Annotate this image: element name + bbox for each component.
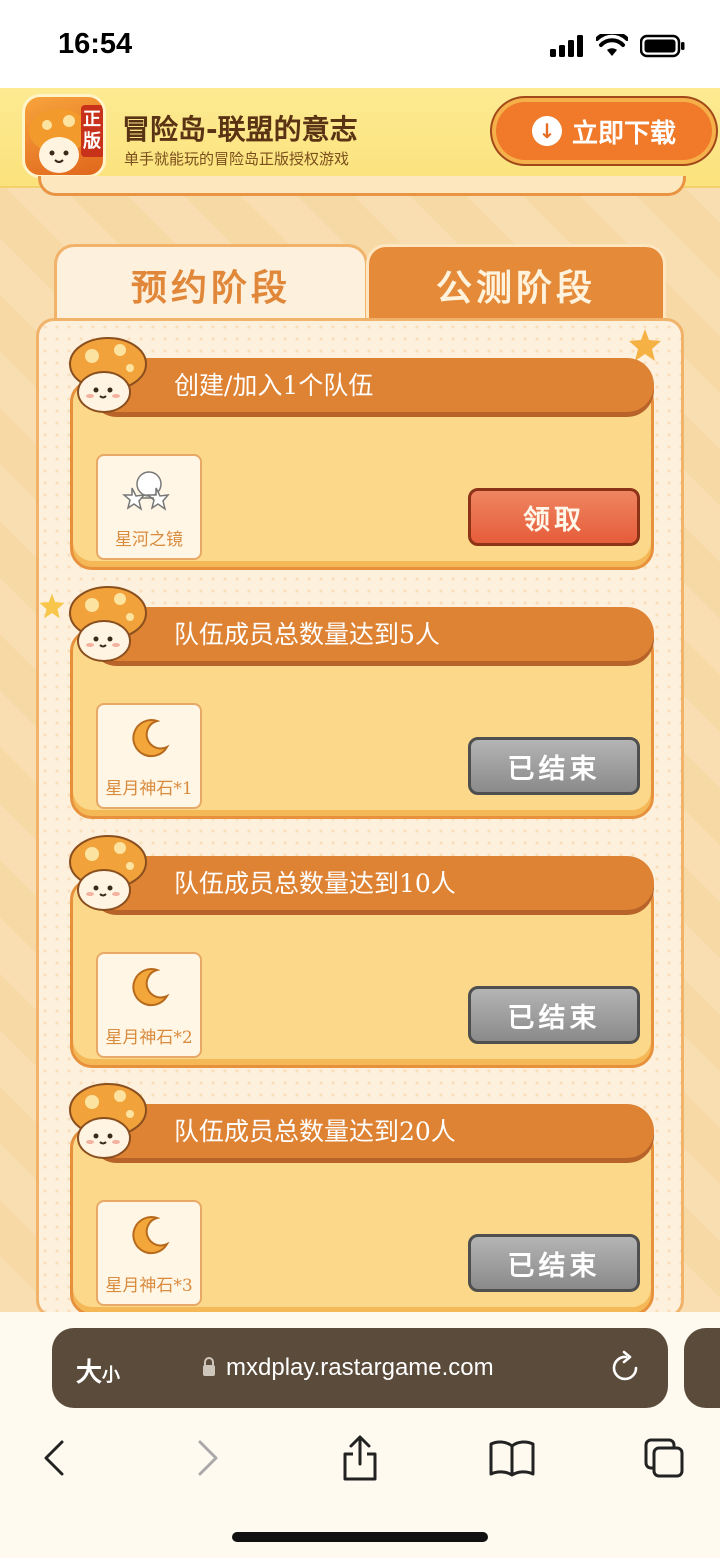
next-tab-preview[interactable] [684, 1328, 720, 1408]
task-header: 创建/加入1个队伍 [90, 358, 654, 412]
lock-icon [203, 1357, 215, 1376]
app-subtitle: 单手就能玩的冒险岛正版授权游戏 [124, 150, 350, 168]
task-card: 队伍成员总数量达到20人 星月神石*3 已结束 [69, 1083, 654, 1316]
browser-nav-row [0, 1428, 720, 1488]
reward-label: 星河之镜 [115, 530, 183, 550]
app-title: 冒险岛-联盟的意志 [122, 113, 358, 146]
task-title: 队伍成员总数量达到10人 [174, 869, 456, 898]
mushroom-mascot-icon [69, 586, 147, 662]
bookmarks-button[interactable] [482, 1428, 542, 1488]
forward-button[interactable] [178, 1428, 238, 1488]
reward-label: 星月神石*2 [105, 1028, 193, 1048]
reward-label: 星月神石*3 [105, 1276, 193, 1296]
tabs-icon [644, 1438, 684, 1478]
ended-button[interactable]: 已结束 [468, 1234, 640, 1292]
url-text: mxdplay.rastargame.com [226, 1354, 494, 1381]
home-indicator [232, 1532, 488, 1542]
app-download-banner[interactable]: 正版 冒险岛-联盟的意志 单手就能玩的冒险岛正版授权游戏 ↓ 立即下载 [0, 88, 720, 188]
tab-reservation-stage[interactable]: 预约阶段 [54, 244, 368, 322]
back-button[interactable] [24, 1428, 84, 1488]
status-icons [550, 34, 686, 58]
ended-button[interactable]: 已结束 [468, 986, 640, 1044]
reward-item: 星月神石*2 [96, 952, 202, 1058]
reward-item: 星月神石*3 [96, 1200, 202, 1306]
tab-public-test-stage[interactable]: 公测阶段 [366, 244, 666, 322]
mushroom-mascot-icon [69, 1083, 147, 1159]
address-bar[interactable]: 大小 mxdplay.rastargame.com [52, 1328, 668, 1408]
task-card: 队伍成员总数量达到5人 星月神石*1 已结束 [69, 586, 654, 819]
task-card: 队伍成员总数量达到10人 星月神石*2 已结束 [69, 835, 654, 1068]
mushroom-mascot-icon [69, 337, 147, 413]
book-icon [489, 1440, 535, 1477]
cellular-signal-icon [550, 35, 583, 57]
task-title: 队伍成员总数量达到20人 [174, 1117, 456, 1146]
mushroom-mascot-icon [69, 835, 147, 911]
task-card: 创建/加入1个队伍 星河之镜 领取 [69, 337, 654, 570]
battery-icon [640, 34, 685, 58]
download-icon: ↓ [531, 116, 562, 146]
share-button[interactable] [330, 1428, 390, 1488]
download-button-label: 立即下载 [571, 118, 676, 149]
status-bar: 16:54 [0, 0, 720, 88]
crescent-moon-icon [132, 968, 170, 1007]
reward-item: 星月神石*1 [96, 703, 202, 809]
reward-label: 星月神石*1 [105, 779, 193, 799]
browser-toolbar: 大小 mxdplay.rastargame.com [0, 1312, 720, 1558]
download-button[interactable]: ↓ 立即下载 [496, 102, 712, 160]
chevron-left-icon [44, 1440, 64, 1476]
reload-icon[interactable] [610, 1350, 642, 1384]
star-decoration-icon [39, 593, 65, 619]
task-title: 创建/加入1个队伍 [174, 371, 374, 400]
app-logo: 正版 [22, 94, 106, 178]
task-header: 队伍成员总数量达到20人 [90, 1104, 654, 1158]
reward-item: 星河之镜 [96, 454, 202, 560]
tabs-button[interactable] [634, 1428, 694, 1488]
crescent-moon-icon [132, 719, 170, 758]
crescent-moon-icon [132, 1216, 170, 1255]
task-header: 队伍成员总数量达到10人 [90, 856, 654, 910]
chevron-right-icon [198, 1440, 218, 1476]
ended-button[interactable]: 已结束 [468, 737, 640, 795]
logo-badge-text: 正版 [83, 109, 101, 152]
task-title: 队伍成员总数量达到5人 [174, 620, 440, 649]
star-glasses-icon [122, 471, 170, 511]
previous-card-edge [38, 176, 686, 196]
text-size-button[interactable]: 大小 [76, 1352, 120, 1389]
claim-button[interactable]: 领取 [468, 488, 640, 546]
wifi-icon [596, 34, 628, 56]
task-header: 队伍成员总数量达到5人 [90, 607, 654, 661]
share-icon [343, 1435, 377, 1481]
status-time: 16:54 [58, 28, 133, 60]
